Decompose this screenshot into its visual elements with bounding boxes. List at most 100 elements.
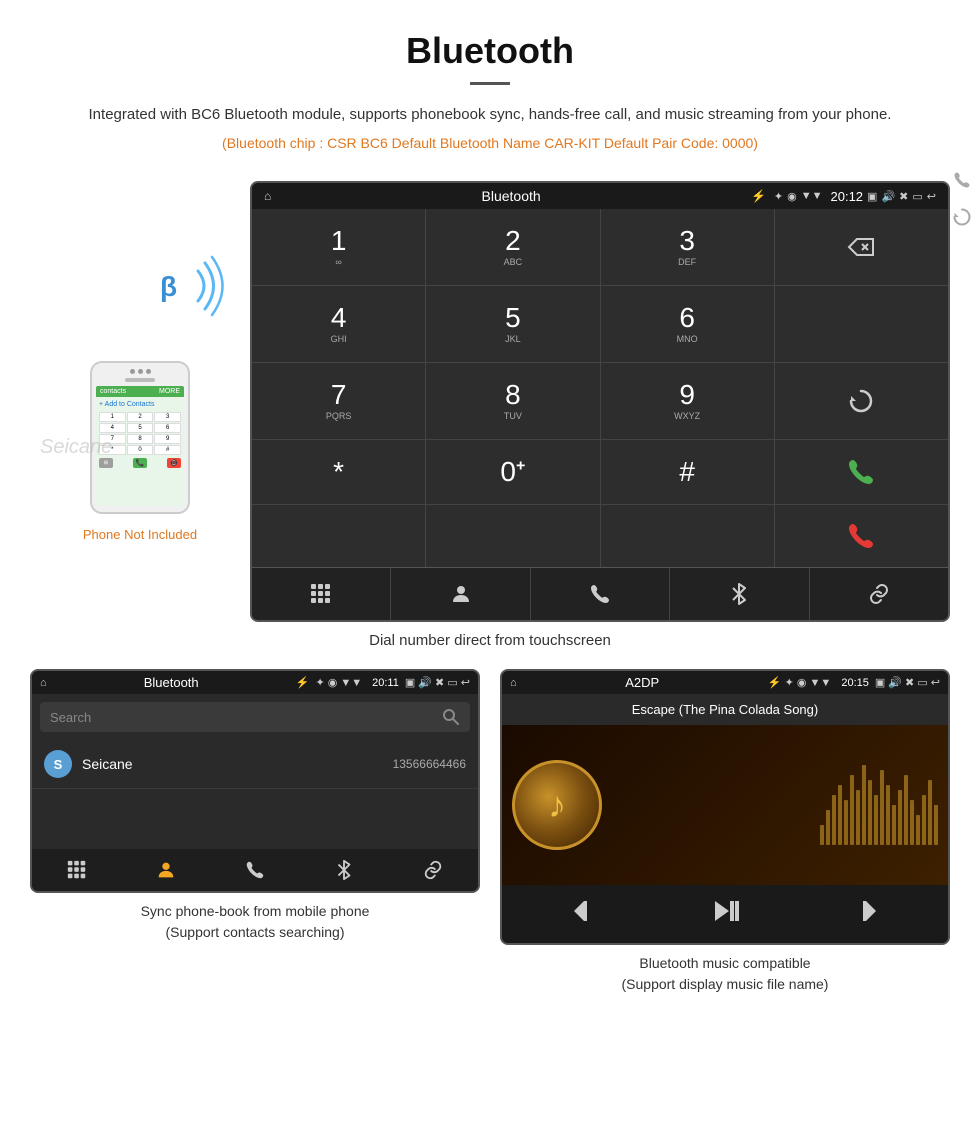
music-right-icons: ▣ 🔊 ✖ ▭ ↩ — [875, 676, 940, 689]
main-caption: Dial number direct from touchscreen — [0, 632, 980, 649]
pb-nav-link[interactable] — [422, 859, 444, 881]
play-pause-button[interactable] — [711, 897, 739, 931]
main-section: β contacts MORE + Add to Contacts — [0, 181, 980, 622]
dial-key-backspace[interactable] — [775, 209, 948, 285]
home-icon[interactable]: ⌂ — [264, 189, 271, 203]
dialpad-statusbar: ⌂ Bluetooth ⚡ ✦ ◉ ▼▼ 20:12 ▣ 🔊 ✖ ▭ ↩ — [252, 183, 948, 209]
dialpad-screen: ⌂ Bluetooth ⚡ ✦ ◉ ▼▼ 20:12 ▣ 🔊 ✖ ▭ ↩ 1∞ … — [250, 181, 950, 622]
pb-nav-contacts[interactable] — [155, 859, 177, 881]
phone-not-included-label: Phone Not Included — [83, 527, 197, 542]
eq-bar — [904, 775, 908, 845]
end-call-icon — [845, 520, 877, 552]
next-button[interactable] — [852, 897, 880, 931]
usb-icon: ⚡ — [751, 189, 766, 203]
bottom-nav-bluetooth[interactable] — [670, 568, 809, 620]
eq-bar — [862, 765, 866, 845]
phonebook-caption: Sync phone-book from mobile phone(Suppor… — [30, 901, 480, 943]
music-time: 20:15 — [841, 677, 869, 689]
eq-bar — [838, 785, 842, 845]
contact-row[interactable]: S Seicane 13566664466 — [32, 740, 478, 789]
music-status-icons: ⚡ ✦ ◉ ▼▼ — [768, 676, 831, 689]
dialpad-icon — [309, 582, 333, 606]
pb-usb-icon: ⚡ — [296, 676, 310, 689]
dial-empty-1 — [775, 286, 948, 362]
bottom-nav-contacts[interactable] — [391, 568, 530, 620]
seicane-watermark: Seicane — [40, 436, 112, 459]
phonebook-search[interactable]: Search — [40, 702, 470, 732]
dial-key-end[interactable] — [775, 505, 948, 567]
eq-bar — [820, 825, 824, 845]
volume-status-icon: 🔊 — [881, 190, 895, 203]
dial-key-8[interactable]: 8TUV — [426, 363, 599, 439]
dial-key-star[interactable]: * — [252, 440, 425, 504]
pb-nav-bluetooth[interactable] — [333, 859, 355, 881]
page-title: Bluetooth — [60, 30, 920, 72]
screen-title: Bluetooth — [279, 188, 743, 204]
contact-name: Seicane — [82, 756, 383, 772]
dial-key-hash[interactable]: # — [601, 440, 774, 504]
music-home-icon[interactable]: ⌂ — [510, 677, 517, 689]
bluetooth-specs: (Bluetooth chip : CSR BC6 Default Blueto… — [60, 135, 920, 151]
pb-nav-dialpad[interactable] — [66, 859, 88, 881]
eq-bars — [617, 765, 938, 845]
dial-key-3[interactable]: 3DEF — [601, 209, 774, 285]
phone-area: β contacts MORE + Add to Contacts — [30, 181, 250, 542]
music-statusbar: ⌂ A2DP ⚡ ✦ ◉ ▼▼ 20:15 ▣ 🔊 ✖ ▭ ↩ — [502, 671, 948, 694]
dial-key-refresh[interactable] — [775, 363, 948, 439]
dialpad-bottom-nav — [252, 567, 948, 620]
bottom-nav-link[interactable] — [810, 568, 948, 620]
pb-home-icon[interactable]: ⌂ — [40, 677, 47, 689]
pb-nav-phone[interactable] — [244, 859, 266, 881]
camera-status-icon: ▣ — [867, 190, 877, 203]
backspace-icon — [845, 235, 877, 259]
music-caption: Bluetooth music compatible(Support displ… — [500, 953, 950, 995]
phonebook-bottom-nav — [32, 849, 478, 891]
dial-key-call[interactable] — [775, 440, 948, 504]
contact-avatar: S — [44, 750, 72, 778]
dial-key-6[interactable]: 6MNO — [601, 286, 774, 362]
eq-bar — [856, 790, 860, 845]
dial-key-5[interactable]: 5JKL — [426, 286, 599, 362]
bluetooth-nav-icon — [727, 582, 751, 606]
back-status-icon[interactable]: ↩ — [927, 190, 936, 203]
bottom-nav-dialpad[interactable] — [252, 568, 391, 620]
dial-key-1[interactable]: 1∞ — [252, 209, 425, 285]
contact-number: 13566664466 — [393, 757, 466, 771]
pb-title: Bluetooth — [53, 675, 290, 690]
phonebook-item: ⌂ Bluetooth ⚡ ✦ ◉ ▼▼ 20:11 ▣ 🔊 ✖ ▭ ↩ Sea… — [30, 669, 480, 995]
dial-key-0[interactable]: 0+ — [426, 440, 599, 504]
pb-cam-icon: ▣ 🔊 ✖ ▭ ↩ — [405, 676, 470, 689]
bottom-nav-phone[interactable] — [531, 568, 670, 620]
dial-empty-4 — [601, 505, 774, 567]
bottom-section: ⌂ Bluetooth ⚡ ✦ ◉ ▼▼ 20:11 ▣ 🔊 ✖ ▭ ↩ Sea… — [0, 669, 980, 995]
phonebook-statusbar: ⌂ Bluetooth ⚡ ✦ ◉ ▼▼ 20:11 ▣ 🔊 ✖ ▭ ↩ — [32, 671, 478, 694]
eq-bar — [922, 795, 926, 845]
signal-status-icon: ▼▼ — [801, 190, 823, 202]
dial-key-9[interactable]: 9WXYZ — [601, 363, 774, 439]
eq-bar — [898, 790, 902, 845]
eq-bar — [910, 800, 914, 845]
eq-bar — [844, 800, 848, 845]
prev-button[interactable] — [570, 897, 598, 931]
song-title: Escape (The Pina Colada Song) — [632, 702, 818, 717]
music-note-icon: ♪ — [548, 784, 566, 826]
bluetooth-status-icon: ✦ — [774, 190, 783, 203]
song-title-bar: Escape (The Pina Colada Song) — [502, 694, 948, 725]
eq-bar — [892, 805, 896, 845]
search-icon — [442, 708, 460, 726]
eq-bar — [886, 785, 890, 845]
dial-empty-3 — [426, 505, 599, 567]
music-screen: ⌂ A2DP ⚡ ✦ ◉ ▼▼ 20:15 ▣ 🔊 ✖ ▭ ↩ Escape (… — [500, 669, 950, 945]
eq-bar — [928, 780, 932, 845]
album-art: ♪ — [512, 760, 602, 850]
pb-empty-space — [32, 789, 478, 849]
page-description: Integrated with BC6 Bluetooth module, su… — [60, 103, 920, 127]
dial-key-4[interactable]: 4GHI — [252, 286, 425, 362]
music-controls — [502, 885, 948, 943]
search-placeholder: Search — [50, 710, 91, 725]
status-icons: ✦ ◉ ▼▼ 20:12 ▣ 🔊 ✖ ▭ ↩ — [774, 189, 936, 204]
call-icon — [845, 456, 877, 488]
dial-key-7[interactable]: 7PQRS — [252, 363, 425, 439]
dial-key-2[interactable]: 2ABC — [426, 209, 599, 285]
music-app-title: A2DP — [523, 675, 762, 690]
